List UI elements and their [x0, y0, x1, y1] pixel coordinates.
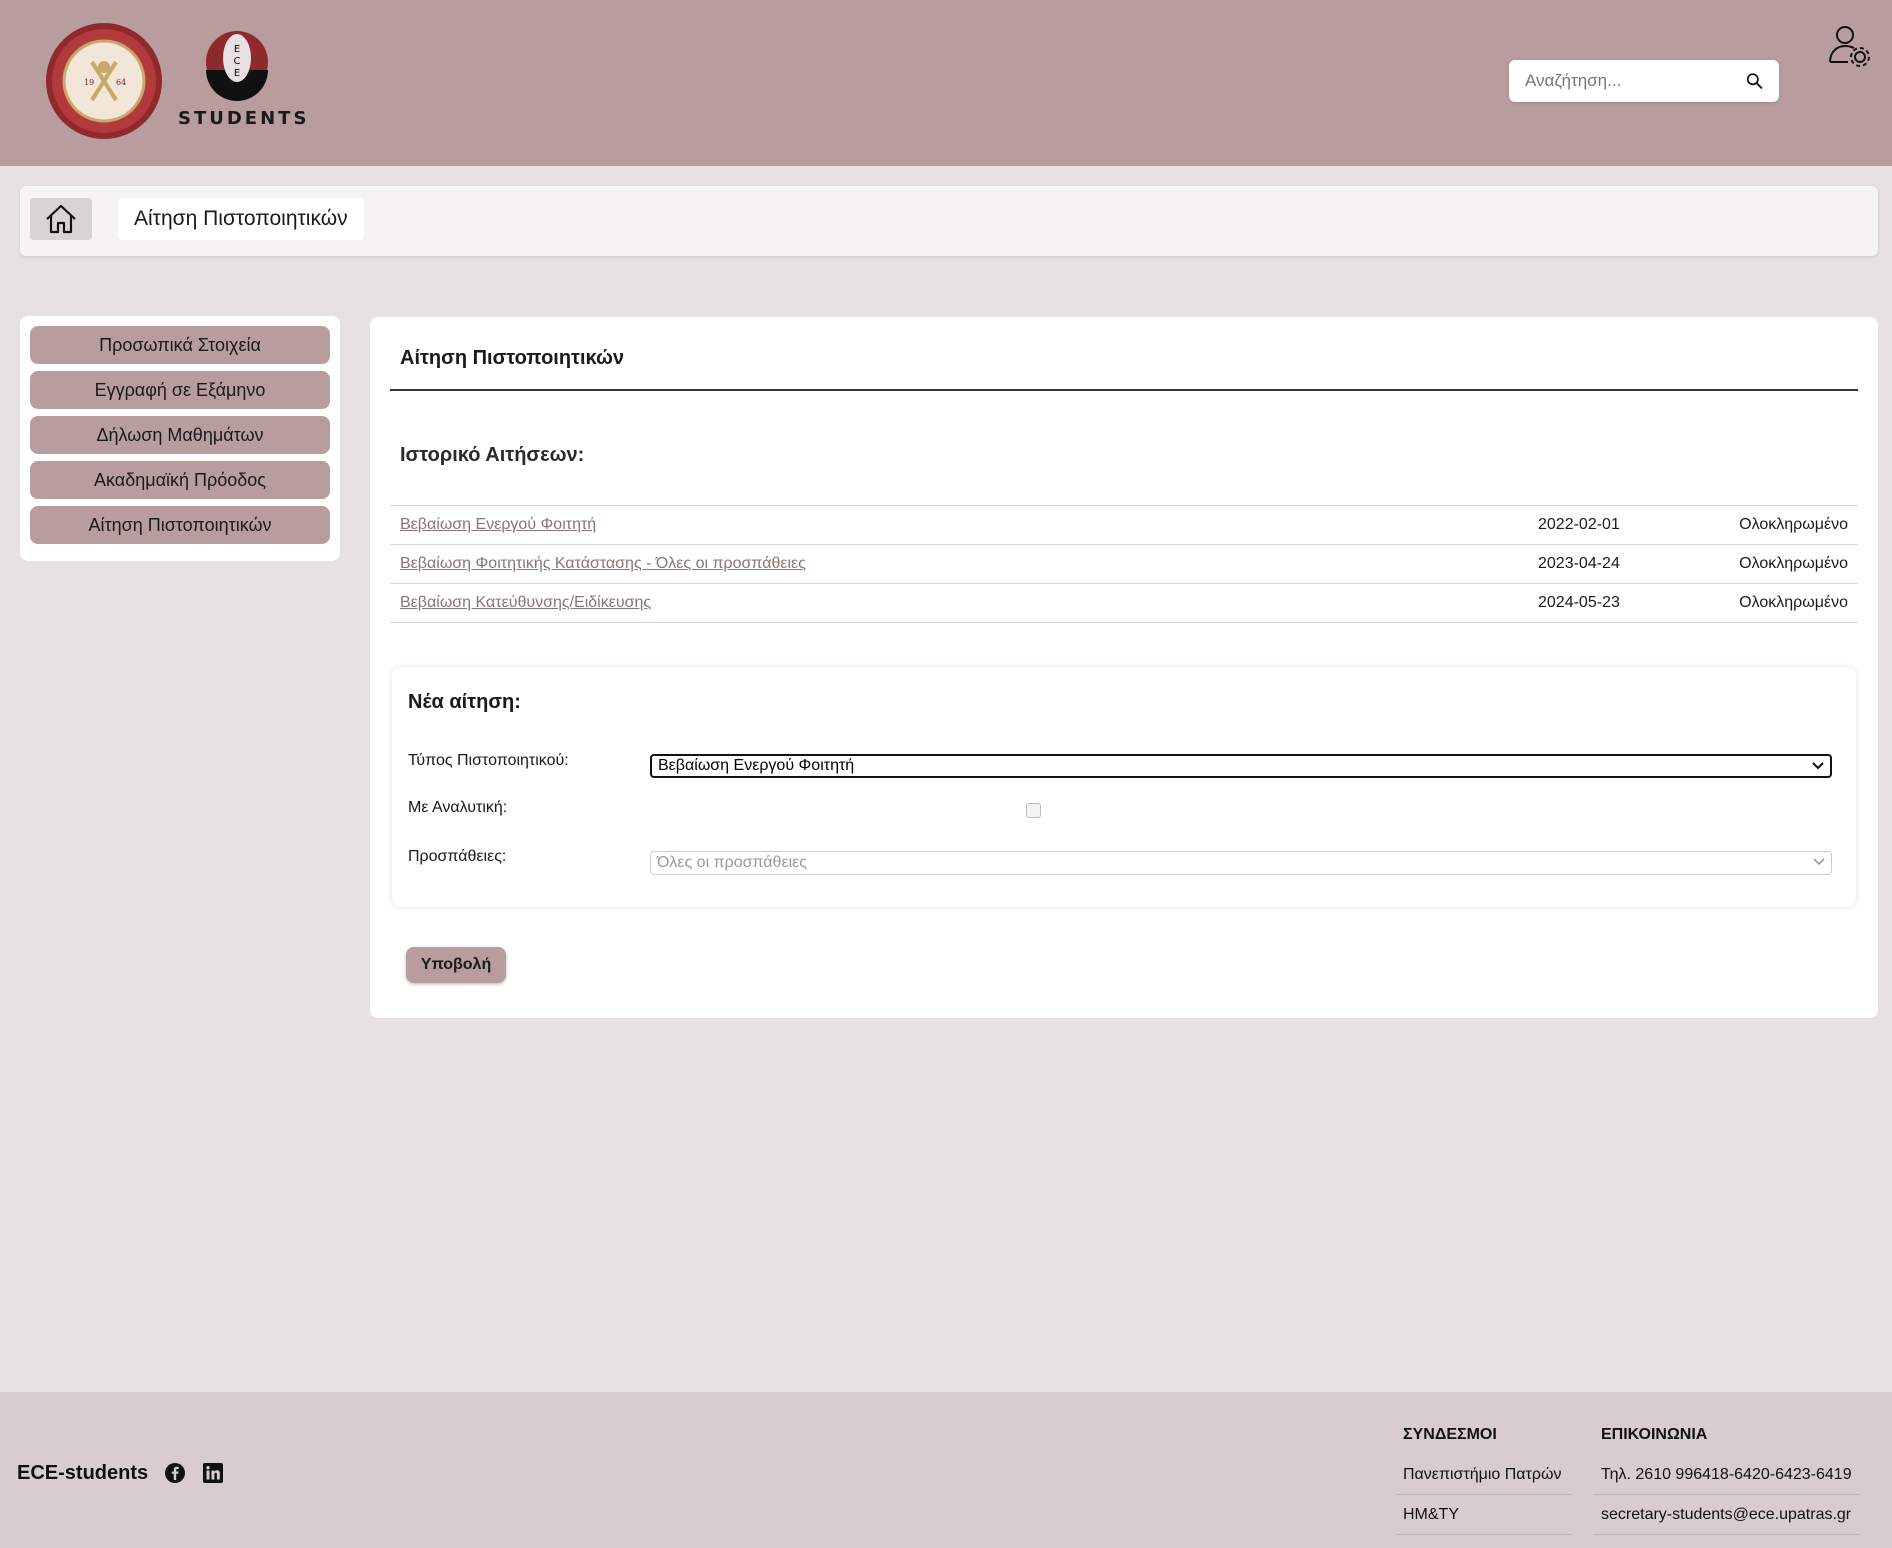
sidebar: Προσωπικά Στοιχεία Εγγραφή σε Εξάμηνο Δή… — [20, 316, 340, 561]
footer-divider — [1396, 1494, 1572, 1495]
breadcrumb: Αίτηση Πιστοποιητικών — [20, 186, 1878, 256]
history-item-link[interactable]: Βεβαίωση Φοιτητικής Κατάστασης - Όλες οι… — [400, 555, 806, 572]
ece-logo-text: STUDENTS — [178, 108, 310, 129]
footer-divider — [1396, 1534, 1572, 1535]
footer-brand: ECE-students — [17, 1462, 149, 1484]
svg-text:E: E — [234, 68, 240, 79]
search-bar — [1509, 60, 1779, 102]
submit-button[interactable]: Υποβολή — [406, 947, 506, 983]
page-title: Αίτηση Πιστοποιητικών — [400, 347, 625, 369]
footer-links-title: ΣΥΝΔΕΣΜΟΙ — [1403, 1426, 1497, 1443]
sidebar-item-academic-progress[interactable]: Ακαδημαϊκή Πρόοδος — [30, 461, 330, 499]
ece-students-logo[interactable]: E C E STUDENTS — [178, 30, 308, 134]
history-item-status: Ολοκληρωμένο — [1688, 583, 1858, 623]
history-item-status: Ολοκληρωμένο — [1688, 544, 1858, 584]
sidebar-item-personal-info[interactable]: Προσωπικά Στοιχεία — [30, 326, 330, 364]
footer-link-upatras[interactable]: Πανεπιστήμιο Πατρών — [1403, 1466, 1561, 1484]
sidebar-item-course-declaration[interactable]: Δήλωση Μαθημάτων — [30, 416, 330, 454]
history-item-status: Ολοκληρωμένο — [1688, 505, 1858, 545]
svg-text:C: C — [234, 56, 241, 67]
history-item-link[interactable]: Βεβαίωση Κατεύθυνσης/Ειδίκευσης — [400, 594, 651, 611]
new-request-title: Νέα αίτηση: — [408, 691, 521, 713]
sidebar-item-certificate-request[interactable]: Αίτηση Πιστοποιητικών — [30, 506, 330, 544]
main-card: Αίτηση Πιστοποιητικών Ιστορικό Αιτήσεων:… — [370, 317, 1878, 1018]
title-divider — [390, 389, 1858, 391]
history-item-link[interactable]: Βεβαίωση Ενεργού Φοιτητή — [400, 516, 596, 533]
certificate-type-label: Τύπος Πιστοποιητικού: — [408, 752, 569, 769]
search-input[interactable] — [1525, 71, 1746, 91]
table-row: Βεβαίωση Κατεύθυνσης/Ειδίκευσης 2024-05-… — [390, 583, 1858, 623]
certificate-type-value: Βεβαίωση Ενεργού Φοιτητή — [658, 757, 855, 774]
history-item-date: 2023-04-24 — [1528, 544, 1688, 584]
attempts-value: Όλες οι προσπάθειες — [657, 854, 807, 871]
footer-link-ece[interactable]: ΗΜ&ΤΥ — [1403, 1506, 1459, 1524]
certificate-type-select[interactable]: Βεβαίωση Ενεργού Φοιτητή — [650, 754, 1832, 778]
site-header: 19 64 E C E STUDENTS — [0, 0, 1892, 166]
table-row: Βεβαίωση Φοιτητικής Κατάστασης - Όλες οι… — [390, 544, 1858, 584]
footer-divider — [1594, 1534, 1860, 1535]
home-button[interactable] — [30, 198, 92, 240]
svg-text:64: 64 — [116, 78, 126, 87]
history-item-date: 2022-02-01 — [1528, 505, 1688, 545]
attempts-label: Προσπάθειες: — [408, 848, 507, 865]
svg-text:19: 19 — [84, 78, 94, 87]
university-seal-logo[interactable]: 19 64 — [42, 22, 166, 140]
chevron-down-icon — [1812, 762, 1824, 770]
search-icon[interactable] — [1746, 71, 1763, 91]
site-footer: ECE-students ΣΥΝΔΕΣΜΟΙ Πανεπιστήμιο Πατρ… — [0, 1392, 1892, 1548]
footer-contact-phone: Τηλ. 2610 996418-6420-6423-6419 — [1601, 1466, 1852, 1483]
footer-contact-email[interactable]: secretary-students@ece.upatras.gr — [1601, 1506, 1851, 1524]
attempts-select[interactable]: Όλες οι προσπάθειες — [650, 851, 1832, 875]
ece-badge-icon: E C E — [206, 31, 268, 101]
history-item-date: 2024-05-23 — [1528, 583, 1688, 623]
chevron-down-icon — [1813, 858, 1825, 866]
home-icon — [46, 204, 76, 234]
footer-divider — [1594, 1494, 1860, 1495]
analytic-checkbox[interactable] — [1026, 803, 1041, 818]
new-request-card: Νέα αίτηση: Τύπος Πιστοποιητικού: Βεβαίω… — [392, 667, 1856, 907]
analytic-label: Με Αναλυτική: — [408, 799, 508, 816]
sidebar-item-semester-registration[interactable]: Εγγραφή σε Εξάμηνο — [30, 371, 330, 409]
facebook-icon[interactable] — [164, 1462, 186, 1484]
linkedin-icon[interactable] — [203, 1463, 223, 1483]
svg-text:E: E — [234, 44, 240, 55]
breadcrumb-current[interactable]: Αίτηση Πιστοποιητικών — [118, 198, 364, 240]
history-title: Ιστορικό Αιτήσεων: — [400, 444, 585, 466]
table-row: Βεβαίωση Ενεργού Φοιτητή 2022-02-01 Ολοκ… — [390, 505, 1858, 545]
user-settings-icon[interactable] — [1826, 22, 1874, 70]
footer-contact-title: ΕΠΙΚΟΙΝΩΝΙΑ — [1601, 1426, 1708, 1443]
history-table: Βεβαίωση Ενεργού Φοιτητή 2022-02-01 Ολοκ… — [390, 505, 1858, 623]
